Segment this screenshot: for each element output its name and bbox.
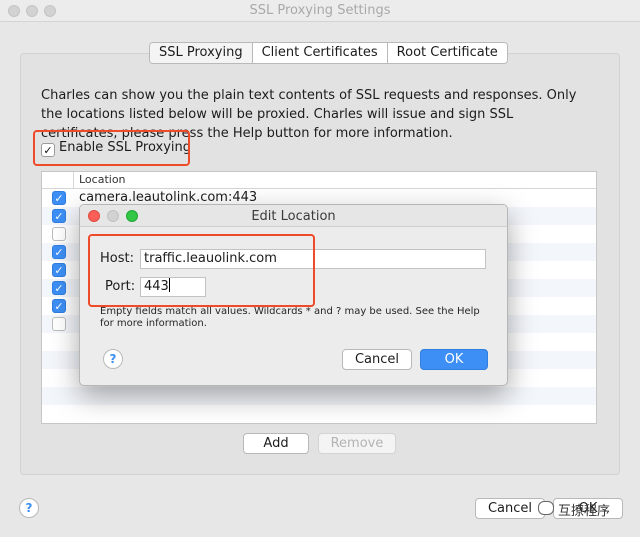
add-button[interactable]: Add	[243, 433, 309, 454]
help-button[interactable]: ?	[19, 498, 39, 518]
dialog-titlebar: Edit Location	[80, 205, 507, 227]
row-enabled-checkbox[interactable]: ✓	[52, 245, 66, 259]
watermark-text: 互撩程序	[558, 504, 611, 519]
row-enabled-checkbox[interactable]: ✓	[52, 209, 66, 223]
location-column-header[interactable]: Location	[79, 173, 126, 186]
dialog-cancel-button[interactable]: Cancel	[342, 349, 412, 370]
chat-bubble-icon	[538, 501, 554, 515]
window-titlebar: SSL Proxying Settings	[0, 0, 640, 22]
row-enabled-checkbox[interactable]: ✓	[52, 281, 66, 295]
highlight-enable-ssl	[33, 130, 190, 166]
table-header: Location	[42, 172, 596, 189]
dialog-help-button[interactable]: ?	[103, 349, 123, 369]
tab-bar: SSL Proxying Client Certificates Root Ce…	[149, 42, 508, 64]
dialog-ok-button[interactable]: OK	[420, 349, 488, 370]
cancel-button[interactable]: Cancel	[475, 498, 545, 519]
row-enabled-checkbox[interactable]	[52, 317, 66, 331]
dialog-title: Edit Location	[251, 209, 336, 224]
row-location: camera.leautolink.com:443	[79, 190, 258, 205]
tab-ssl-proxying[interactable]: SSL Proxying	[150, 43, 253, 63]
row-enabled-checkbox[interactable]: ✓	[52, 299, 66, 313]
highlight-host-port	[88, 234, 315, 307]
row-enabled-checkbox[interactable]: ✓	[52, 191, 66, 205]
row-enabled-checkbox[interactable]	[52, 227, 66, 241]
row-enabled-checkbox[interactable]: ✓	[52, 263, 66, 277]
column-divider	[73, 172, 74, 189]
table-row	[42, 387, 596, 405]
tab-client-certificates[interactable]: Client Certificates	[252, 43, 388, 63]
tab-root-certificate[interactable]: Root Certificate	[387, 43, 507, 63]
wildcard-hint: Empty fields match all values. Wildcards…	[100, 306, 480, 329]
remove-button[interactable]: Remove	[318, 433, 396, 454]
window-title: SSL Proxying Settings	[249, 3, 391, 18]
table-row	[42, 405, 596, 423]
